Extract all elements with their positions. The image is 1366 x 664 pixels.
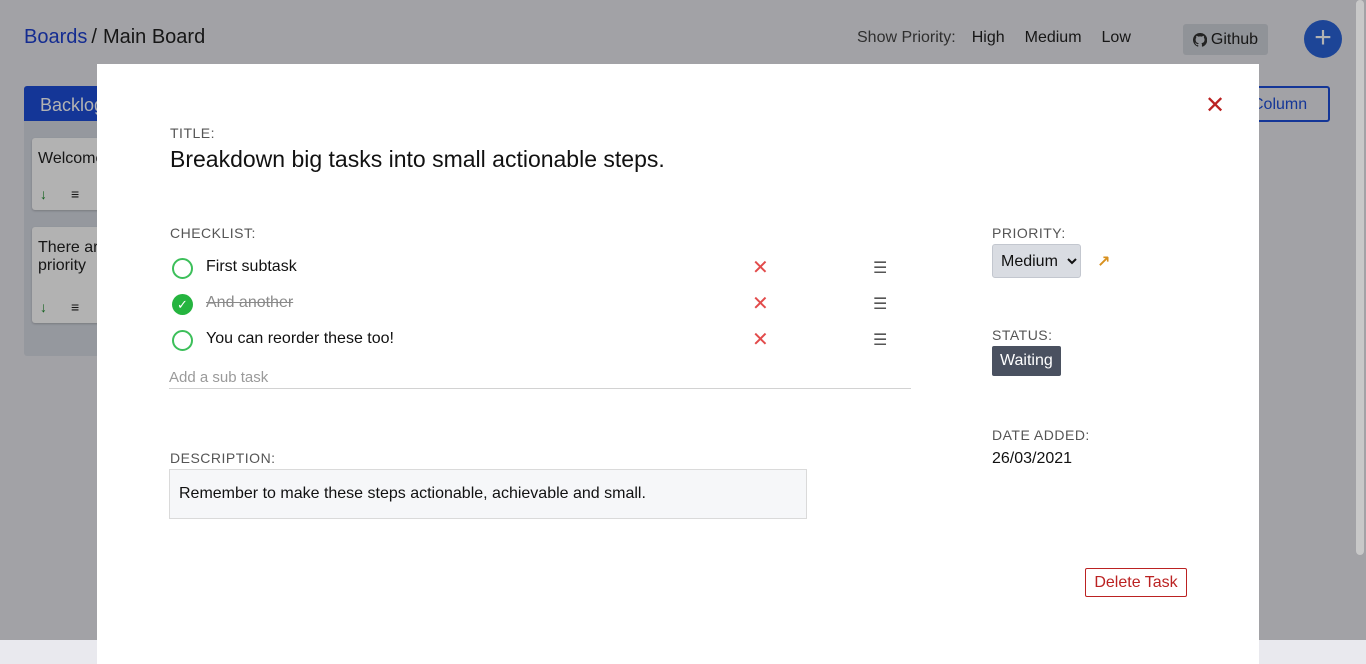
checkbox-unchecked-icon[interactable] xyxy=(172,330,193,351)
checklist-item-text[interactable]: First subtask xyxy=(206,258,297,276)
delete-subtask-icon[interactable]: ✕ xyxy=(752,291,769,316)
delete-task-button[interactable]: Delete Task xyxy=(1085,568,1187,597)
description-label: DESCRIPTION: xyxy=(170,450,276,466)
drag-handle-icon[interactable]: ☰ xyxy=(873,258,887,278)
checklist-item-text[interactable]: And another xyxy=(206,294,293,312)
checklist-item: ✓ And another ✕ ☰ xyxy=(170,291,890,319)
title-label: TITLE: xyxy=(170,125,216,141)
priority-medium-icon: ↗ xyxy=(1097,254,1111,271)
checkbox-checked-icon[interactable]: ✓ xyxy=(172,294,193,315)
status-label: STATUS: xyxy=(992,327,1053,343)
priority-select[interactable]: Medium xyxy=(992,244,1081,278)
checkbox-unchecked-icon[interactable] xyxy=(172,258,193,279)
close-icon[interactable]: ✕ xyxy=(1205,94,1225,118)
checklist-item: First subtask ✕ ☰ xyxy=(170,255,890,283)
scrollbar[interactable] xyxy=(1356,0,1364,555)
priority-label: PRIORITY: xyxy=(992,225,1066,241)
drag-handle-icon[interactable]: ☰ xyxy=(873,294,887,314)
delete-subtask-icon[interactable]: ✕ xyxy=(752,327,769,352)
date-added-value: 26/03/2021 xyxy=(992,450,1073,467)
date-added-label: DATE ADDED: xyxy=(992,427,1090,443)
task-title[interactable]: Breakdown big tasks into small actionabl… xyxy=(170,146,665,173)
description-field[interactable]: Remember to make these steps actionable,… xyxy=(169,469,807,519)
status-badge[interactable]: Waiting xyxy=(992,346,1061,376)
checklist-item-text[interactable]: You can reorder these too! xyxy=(206,330,394,348)
delete-subtask-icon[interactable]: ✕ xyxy=(752,255,769,280)
checklist-label: CHECKLIST: xyxy=(170,225,256,241)
add-subtask-input[interactable] xyxy=(169,366,911,389)
checklist-item: You can reorder these too! ✕ ☰ xyxy=(170,327,890,355)
drag-handle-icon[interactable]: ☰ xyxy=(873,330,887,350)
task-modal: ✕ TITLE: Breakdown big tasks into small … xyxy=(97,64,1259,664)
